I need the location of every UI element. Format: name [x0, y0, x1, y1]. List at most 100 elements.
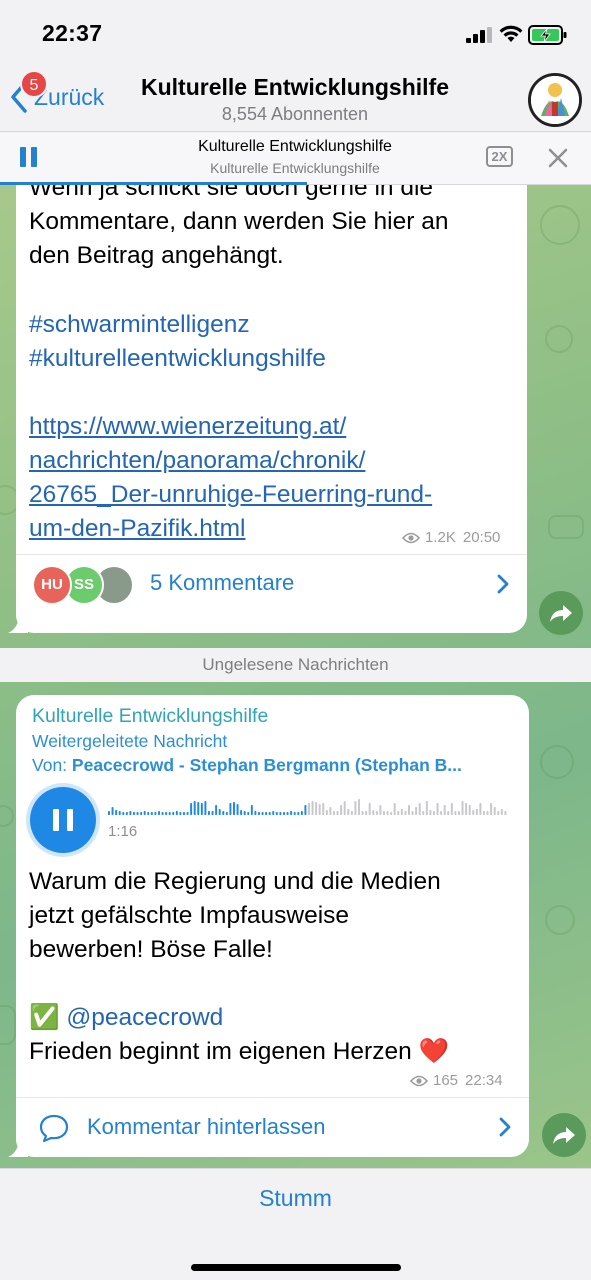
comments-button[interactable]: HU SS 5 Kommentare [16, 554, 527, 612]
waveform-bar [186, 812, 189, 815]
waveform-bar [165, 812, 168, 815]
waveform-bar [436, 803, 439, 815]
waveform-bar [311, 801, 314, 815]
waveform-bar [458, 811, 460, 815]
forward-channel-name[interactable]: Kulturelle Entwicklungshilfe [32, 705, 268, 728]
status-time: 22:37 [42, 20, 103, 46]
waveform-bar [390, 812, 393, 815]
waveform-bar [340, 805, 343, 815]
mention-link[interactable]: @peacecrowd [66, 1004, 223, 1031]
audio-waveform[interactable] [108, 795, 508, 817]
waveform-bar [383, 811, 385, 815]
chat-area[interactable]: Wenn ja schickt sie doch gerne in die Ko… [0, 185, 591, 1168]
waveform-bar [254, 811, 257, 815]
waveform-bar [261, 812, 264, 815]
channel-title[interactable]: Kulturelle Entwicklungshilfe [110, 74, 480, 101]
waveform-bar [147, 812, 150, 815]
article-link[interactable]: https://www.wienerzeitung.at/ nachrichte… [29, 410, 432, 546]
channel-avatar[interactable] [528, 73, 582, 127]
waveform-bar [258, 812, 260, 815]
forwarded-from[interactable]: Von: Peacecrowd - Stephan Bergmann (Step… [32, 755, 522, 776]
message-line: jetzt gefälschte Impfausweise [29, 902, 350, 929]
signal-icon [466, 27, 492, 43]
waveform-bar [440, 811, 443, 815]
message-line: den Beitrag angehängt. [29, 242, 284, 269]
waveform-bar [158, 811, 160, 815]
close-icon[interactable] [546, 146, 570, 170]
commenter-avatar: HU [32, 565, 72, 605]
waveform-bar [179, 812, 182, 815]
waveform-bar [443, 805, 446, 815]
waveform-bar [211, 811, 214, 815]
eye-icon [410, 1075, 428, 1086]
playback-speed-button[interactable]: 2X [486, 146, 513, 167]
url-line[interactable]: https://www.wienerzeitung.at/ [29, 410, 432, 444]
player-pause-icon[interactable] [18, 147, 40, 169]
hashtag-link[interactable]: #kulturelleentwicklungshilfe [29, 342, 326, 376]
chevron-right-icon [497, 574, 509, 594]
waveform-bar [143, 811, 146, 815]
waveform-bar [290, 811, 293, 815]
audio-pause-button[interactable] [30, 787, 96, 853]
waveform-bar [161, 812, 164, 815]
waveform-bar [286, 812, 289, 815]
waveform-bar [400, 809, 403, 815]
pause-icon [67, 809, 73, 831]
waveform-bar [500, 809, 503, 815]
message-time: 20:50 [462, 529, 501, 546]
leave-comment-label: Kommentar hinterlassen [87, 1114, 326, 1139]
waveform-bar [150, 812, 153, 815]
waveform-bar [315, 802, 318, 815]
waveform-bar [193, 801, 196, 815]
waveform-bar [318, 804, 321, 815]
waveform-bar [111, 807, 114, 815]
home-indicator[interactable] [191, 1264, 401, 1271]
closing-line: Frieden beginnt im eigenen Herzen [29, 1038, 412, 1065]
battery-icon [528, 25, 567, 45]
audio-player-bar[interactable]: Kulturelle Entwicklungshilfe Kulturelle … [0, 133, 591, 185]
waveform-bar [236, 804, 239, 815]
subscriber-count: 8,554 Abonnenten [221, 104, 369, 124]
url-line[interactable]: um-den-Pazifik.html [29, 512, 432, 546]
hashtag-link[interactable]: #schwarmintelligenz [29, 308, 326, 342]
share-button[interactable] [539, 591, 583, 635]
share-arrow-icon [550, 605, 572, 622]
view-count: 1.2K [425, 529, 456, 546]
message-bubble[interactable]: Kulturelle Entwicklungshilfe Weitergelei… [16, 695, 529, 1157]
waveform-bar [490, 803, 493, 815]
mute-button[interactable]: Stumm [0, 1185, 591, 1212]
waveform-bar [486, 811, 489, 815]
waveform-bar [472, 810, 475, 815]
waveform-bar [129, 811, 132, 815]
chat-header: Zurück 5 Kulturelle Entwicklungshilfe 8,… [0, 62, 591, 132]
waveform-bar [183, 812, 185, 815]
waveform-bar [175, 811, 178, 815]
message-meta: 1.2K 20:50 [402, 529, 500, 546]
waveform-bar [404, 811, 407, 815]
url-line[interactable]: nachrichten/panorama/chronik/ [29, 444, 432, 478]
waveform-bar [133, 812, 135, 815]
url-line[interactable]: 26765_Der-unruhige-Feuerring-rund- [29, 478, 432, 512]
waveform-bar [333, 811, 335, 815]
waveform-bar [268, 812, 271, 815]
pause-icon [53, 809, 59, 831]
leave-comment-button[interactable]: Kommentar hinterlassen [16, 1097, 529, 1157]
waveform-bar [493, 807, 496, 815]
waveform-bar [425, 801, 428, 815]
waveform-bar [468, 805, 471, 815]
waveform-bar [293, 812, 296, 815]
waveform-bar [379, 805, 382, 815]
chevron-right-icon [499, 1117, 511, 1137]
waveform-bar [479, 803, 482, 815]
waveform-bar [347, 809, 350, 815]
unread-separator: Ungelesene Nachrichten [0, 648, 591, 682]
waveform-bar [418, 803, 421, 815]
message-bubble[interactable]: Wenn ja schickt sie doch gerne in die Ko… [16, 185, 527, 633]
share-button[interactable] [542, 1113, 586, 1157]
waveform-bar [361, 811, 364, 815]
waveform-bar [368, 803, 371, 815]
waveform-bar [233, 802, 235, 815]
waveform-bar [136, 812, 139, 815]
waveform-bar [354, 801, 357, 815]
waveform-bar [279, 812, 282, 815]
